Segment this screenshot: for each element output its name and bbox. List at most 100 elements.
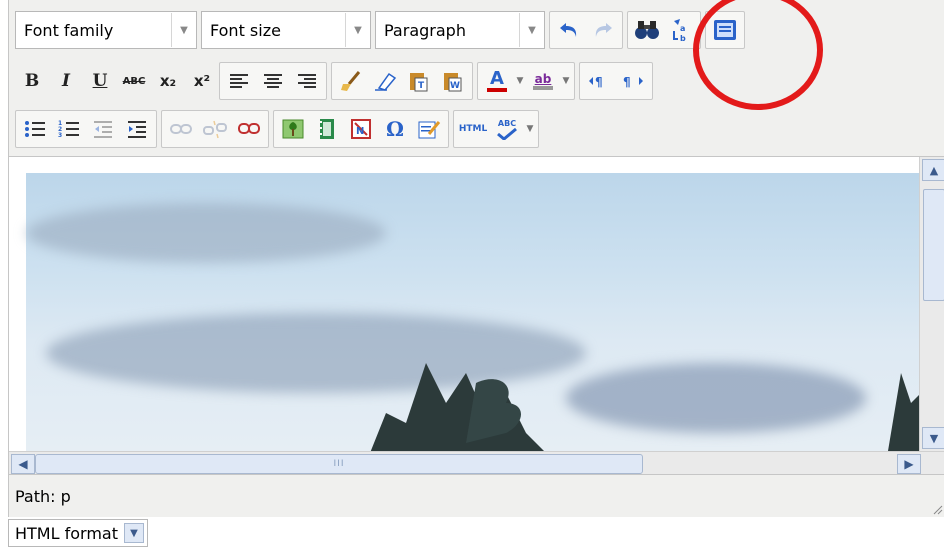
- chevron-down-icon: ▼: [171, 13, 196, 47]
- redo-button[interactable]: [586, 14, 620, 46]
- direction-group: ¶ ¶: [579, 62, 653, 100]
- rich-text-editor: Font family ▼ Font size ▼ Paragraph ▼ a …: [8, 0, 944, 517]
- bullet-list-icon: [25, 121, 45, 137]
- bold-button[interactable]: B: [15, 65, 49, 97]
- special-char-button[interactable]: Ω: [378, 113, 412, 145]
- remove-format-button[interactable]: [368, 65, 402, 97]
- link-button[interactable]: [164, 113, 198, 145]
- anchor-button[interactable]: [232, 113, 266, 145]
- outdent-icon: [94, 121, 112, 138]
- redo-icon: [595, 23, 612, 37]
- align-center-button[interactable]: [256, 65, 290, 97]
- subscript-button[interactable]: x₂: [151, 65, 185, 97]
- anchor-icon: [238, 123, 260, 134]
- fullscreen-group: [705, 11, 745, 49]
- font-size-select[interactable]: Font size ▼: [201, 11, 371, 49]
- ltr-button[interactable]: ¶: [582, 65, 616, 97]
- format-select-value: HTML format: [15, 523, 118, 543]
- scroll-right-button[interactable]: ▶: [897, 454, 921, 474]
- cleanup-button[interactable]: [334, 65, 368, 97]
- unlink-icon: [203, 120, 227, 139]
- color-group: A ▼ ab ▼: [477, 62, 575, 100]
- undo-icon: [560, 23, 577, 37]
- font-color-label: A: [490, 68, 504, 89]
- underline-button[interactable]: U: [83, 65, 117, 97]
- align-left-icon: [230, 74, 248, 88]
- superscript-button[interactable]: x²: [185, 65, 219, 97]
- align-right-icon: [298, 74, 316, 88]
- insert-media-button[interactable]: [310, 113, 344, 145]
- fullscreen-button[interactable]: [708, 14, 742, 46]
- editor-toolbar: Font family ▼ Font size ▼ Paragraph ▼ a …: [9, 0, 944, 157]
- paste-word-icon: W: [444, 73, 462, 92]
- paste-text-button[interactable]: T: [402, 65, 436, 97]
- spellcheck-button[interactable]: ABC: [490, 113, 524, 145]
- image-icon: [282, 119, 304, 139]
- editor-content-area[interactable]: [9, 157, 919, 451]
- html-source-button[interactable]: HTML: [456, 113, 490, 145]
- chevron-down-icon: ▼: [124, 523, 144, 543]
- block-format-value: Paragraph: [384, 20, 466, 40]
- find-replace-button[interactable]: ab: [664, 14, 698, 46]
- alignment-group: [219, 62, 327, 100]
- scroll-up-button[interactable]: ▲: [922, 159, 944, 181]
- insert-image-button[interactable]: [276, 113, 310, 145]
- chevron-down-icon[interactable]: ▼: [560, 65, 572, 97]
- insert-template-button[interactable]: [412, 113, 446, 145]
- svg-text:a: a: [680, 24, 685, 33]
- unlink-button[interactable]: [198, 113, 232, 145]
- align-left-button[interactable]: [222, 65, 256, 97]
- nolink-icon: N: [351, 119, 371, 139]
- paste-text-icon: T: [410, 73, 428, 92]
- horizontal-scroll-thumb[interactable]: III: [35, 454, 643, 474]
- ltr-icon: ¶: [589, 75, 603, 89]
- vertical-scrollbar[interactable]: ▲ ▼: [919, 157, 944, 451]
- rtl-button[interactable]: ¶: [616, 65, 650, 97]
- tree-silhouette: [370, 363, 544, 451]
- font-family-value: Font family: [24, 20, 114, 40]
- scroll-left-button[interactable]: ◀: [11, 454, 35, 474]
- horizontal-scrollbar[interactable]: ◀ III ▶: [9, 451, 944, 474]
- italic-button[interactable]: I: [49, 65, 83, 97]
- insert-nolink-button[interactable]: N: [344, 113, 378, 145]
- highlight-color-button[interactable]: ab: [526, 65, 560, 97]
- chevron-down-icon[interactable]: ▼: [524, 113, 536, 145]
- scroll-grip: III: [333, 459, 345, 469]
- resize-grip-icon[interactable]: [931, 503, 943, 515]
- bullet-list-button[interactable]: [18, 113, 52, 145]
- vertical-scroll-thumb[interactable]: [923, 189, 944, 301]
- scroll-down-button[interactable]: ▼: [922, 427, 944, 449]
- chevron-down-icon[interactable]: ▼: [514, 65, 526, 97]
- font-family-select[interactable]: Font family ▼: [15, 11, 197, 49]
- svg-text:N: N: [356, 126, 364, 137]
- tree-silhouette-right: [888, 373, 919, 451]
- outdent-button[interactable]: [86, 113, 120, 145]
- paste-word-button[interactable]: W: [436, 65, 470, 97]
- embedded-sky-photo[interactable]: [26, 173, 919, 451]
- binoculars-icon: [635, 21, 659, 39]
- format-select[interactable]: HTML format ▼: [8, 519, 148, 547]
- svg-text:3: 3: [58, 132, 62, 139]
- block-format-select[interactable]: Paragraph ▼: [375, 11, 545, 49]
- fullscreen-icon: [714, 20, 736, 40]
- code-group: HTML ABC ▼: [453, 110, 539, 148]
- undo-redo-group: [549, 11, 623, 49]
- find-button[interactable]: [630, 14, 664, 46]
- svg-text:W: W: [450, 81, 460, 91]
- numbered-list-button[interactable]: 123: [52, 113, 86, 145]
- strikethrough-button[interactable]: ABC: [117, 65, 151, 97]
- svg-text:¶: ¶: [595, 75, 603, 89]
- edit-note-icon: [418, 121, 441, 139]
- svg-text:b: b: [680, 34, 686, 43]
- element-path: Path: p: [15, 487, 71, 506]
- font-color-button[interactable]: A: [480, 65, 514, 97]
- insert-group: N Ω: [273, 110, 449, 148]
- svg-text:¶: ¶: [623, 75, 631, 89]
- indent-icon: [128, 121, 146, 138]
- search-group: ab: [627, 11, 701, 49]
- broom-icon: [341, 71, 361, 91]
- indent-button[interactable]: [120, 113, 154, 145]
- align-right-button[interactable]: [290, 65, 324, 97]
- undo-button[interactable]: [552, 14, 586, 46]
- font-color-bar: [487, 88, 507, 92]
